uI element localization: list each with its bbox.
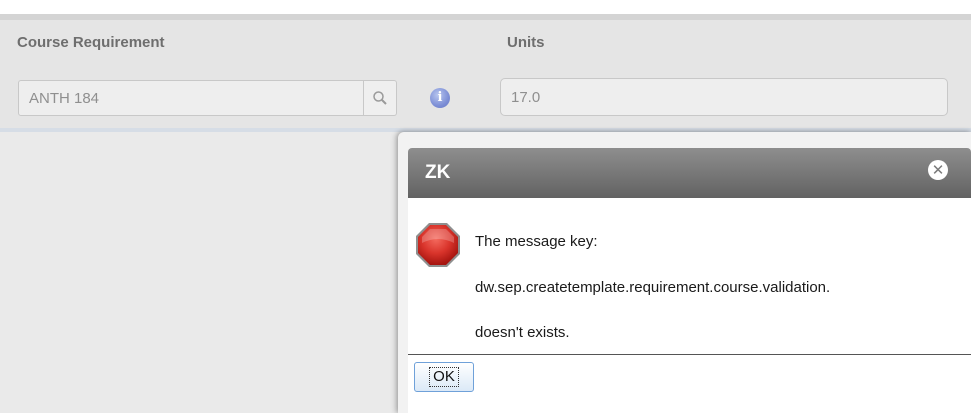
- dialog-close-button[interactable]: ✕: [928, 160, 948, 180]
- message-dialog: ZK ✕ The message key: dw.sep.createtempl…: [398, 132, 971, 413]
- course-requirement-label: Course Requirement: [17, 34, 165, 51]
- ok-button-label: OK: [429, 367, 459, 387]
- dialog-button-divider: [408, 354, 971, 355]
- message-line-2: dw.sep.createtemplate.requirement.course…: [475, 279, 831, 296]
- top-strip: [0, 0, 971, 14]
- info-icon[interactable]: i: [430, 88, 450, 108]
- dialog-header: ZK ✕: [408, 148, 971, 198]
- dialog-body: The message key: dw.sep.createtemplate.r…: [408, 198, 971, 413]
- units-input[interactable]: 17.0: [500, 78, 948, 116]
- message-line-1: The message key:: [475, 233, 598, 250]
- dialog-title: ZK: [425, 162, 451, 183]
- stop-sign-icon: [416, 223, 460, 267]
- close-icon: ✕: [931, 160, 945, 179]
- search-icon: [373, 91, 387, 105]
- message-line-3: doesn't exists.: [475, 324, 570, 341]
- units-label: Units: [507, 34, 545, 51]
- course-requirement-input[interactable]: ANTH 184: [18, 80, 364, 116]
- ok-button[interactable]: OK: [414, 362, 474, 392]
- course-search-button[interactable]: [364, 80, 397, 116]
